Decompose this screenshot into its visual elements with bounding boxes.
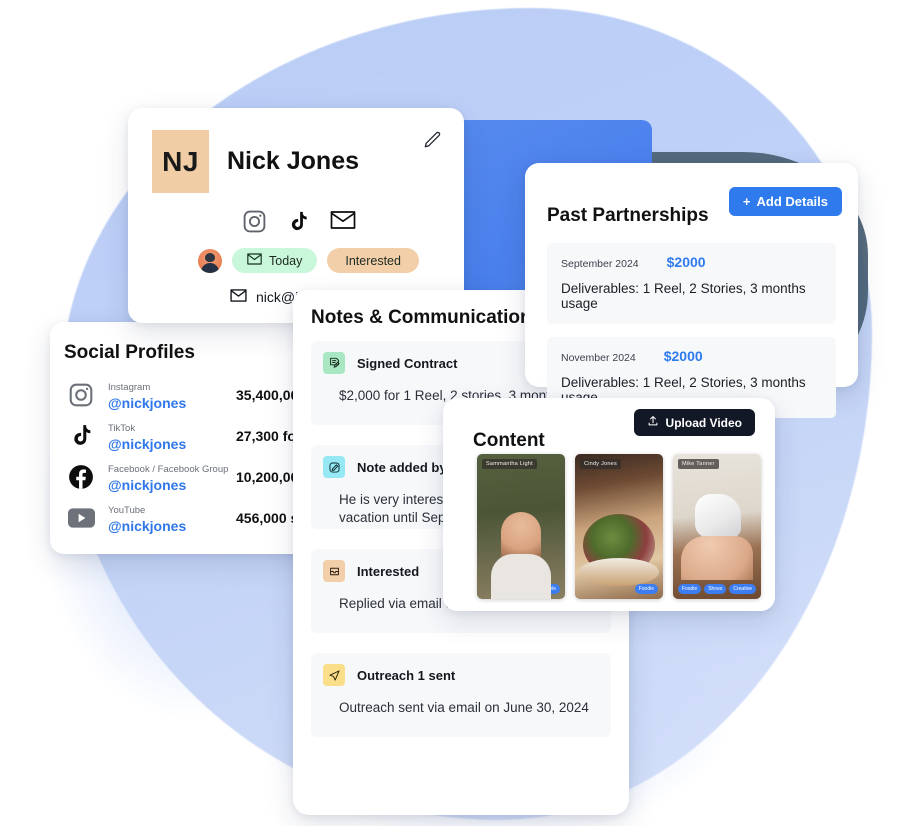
plus-icon: + — [742, 194, 751, 209]
partnership-date: November 2024 — [561, 352, 636, 364]
status-badge-date-label: Today — [269, 253, 303, 268]
status-badge[interactable]: Interested — [327, 248, 419, 273]
upload-video-label: Upload Video — [665, 415, 742, 430]
content-card: Content Upload Video Sammantha Light You… — [443, 398, 775, 611]
video-tags: Foodie — [575, 584, 663, 594]
send-icon — [323, 664, 345, 686]
profile-status-row: Today Interested — [152, 248, 440, 273]
video-tag: Foodie — [677, 584, 702, 594]
partnership-deliverables: Deliverables: 1 Reel, 2 Stories, 3 month… — [561, 281, 806, 311]
email-icon — [247, 253, 262, 268]
partnership-amount: $2000 — [663, 348, 703, 364]
social-profile-meta: Instagram @nickjones — [108, 377, 236, 413]
partnership-amount: $2000 — [666, 254, 706, 270]
contract-icon — [323, 352, 345, 374]
email-icon[interactable] — [330, 209, 356, 234]
add-details-label: Add Details — [756, 194, 828, 209]
video-creator-name: Cindy Jones — [580, 459, 621, 469]
past-partnerships-card: Past Partnerships + Add Details Septembe… — [525, 163, 858, 418]
video-tag: Youtuber — [502, 584, 531, 594]
note-label: Outreach 1 sent — [357, 667, 456, 683]
video-tag: Shoes — [704, 584, 727, 594]
social-handle-link[interactable]: @nickjones — [108, 395, 186, 411]
video-creator-name: Sammantha Light — [482, 459, 537, 469]
avatar-initials: NJ — [152, 130, 209, 193]
video-thumbnail[interactable]: Sammantha Light Youtuber Lifestyle — [477, 454, 565, 599]
profile-header: NJ Nick Jones — [152, 130, 440, 193]
app-mockup-stage: Social Profiles Instagram @nickjones 35,… — [0, 0, 924, 826]
video-creator-name: Mike Tanner — [678, 459, 719, 469]
status-badge-date[interactable]: Today — [232, 248, 318, 273]
video-tag: Lifestyle — [533, 584, 560, 594]
note-edit-icon — [323, 456, 345, 478]
content-video-grid: Sammantha Light Youtuber Lifestyle Cindy… — [477, 454, 761, 599]
video-tags: Foodie Shoes Creative — [673, 584, 761, 594]
past-partnerships-title: Past Partnerships — [547, 205, 709, 226]
tiktok-icon[interactable] — [287, 209, 310, 234]
social-platform-label: YouTube — [108, 504, 146, 516]
upload-video-button[interactable]: Upload Video — [633, 409, 755, 436]
instagram-icon — [64, 378, 98, 412]
video-thumbnail[interactable]: Cindy Jones Foodie — [575, 454, 663, 599]
profile-social-icons — [152, 209, 440, 234]
inbox-icon — [323, 560, 345, 582]
social-profile-meta: Facebook / Facebook Group @nickjones — [108, 459, 236, 495]
tiktok-icon — [64, 419, 98, 453]
partnership-date: September 2024 — [561, 258, 639, 270]
social-profile-meta: TikTok @nickjones — [108, 418, 236, 454]
pencil-icon[interactable] — [422, 130, 442, 150]
instagram-icon[interactable] — [242, 209, 267, 234]
social-platform-label: TikTok — [108, 422, 136, 434]
social-platform-label: Facebook / Facebook Group — [108, 463, 229, 475]
profile-name: Nick Jones — [227, 147, 360, 175]
partnership-item[interactable]: September 2024 $2000 Deliverables: 1 Ree… — [547, 243, 836, 324]
avatar — [198, 248, 222, 273]
youtube-icon — [64, 501, 98, 535]
social-handle-link[interactable]: @nickjones — [108, 436, 186, 452]
note-label: Signed Contract — [357, 355, 458, 371]
note-item-outreach[interactable]: Outreach 1 sent Outreach sent via email … — [311, 653, 611, 737]
social-profile-meta: YouTube @nickjones — [108, 500, 236, 536]
facebook-icon — [64, 460, 98, 494]
social-platform-label: Instagram — [108, 381, 151, 393]
social-handle-link[interactable]: @nickjones — [108, 518, 186, 534]
note-label: Interested — [357, 563, 420, 579]
video-thumbnail[interactable]: Mike Tanner Foodie Shoes Creative — [673, 454, 761, 599]
video-tags: Youtuber Lifestyle — [477, 584, 565, 594]
content-title: Content — [473, 430, 545, 451]
video-tag: Foodie — [634, 584, 658, 594]
upload-icon — [647, 415, 659, 430]
video-tag: Creative — [729, 584, 756, 594]
add-details-button[interactable]: + Add Details — [728, 187, 842, 216]
note-body: Outreach sent via email on June 30, 2024 — [339, 700, 589, 715]
email-icon — [230, 289, 247, 305]
social-handle-link[interactable]: @nickjones — [108, 477, 186, 493]
